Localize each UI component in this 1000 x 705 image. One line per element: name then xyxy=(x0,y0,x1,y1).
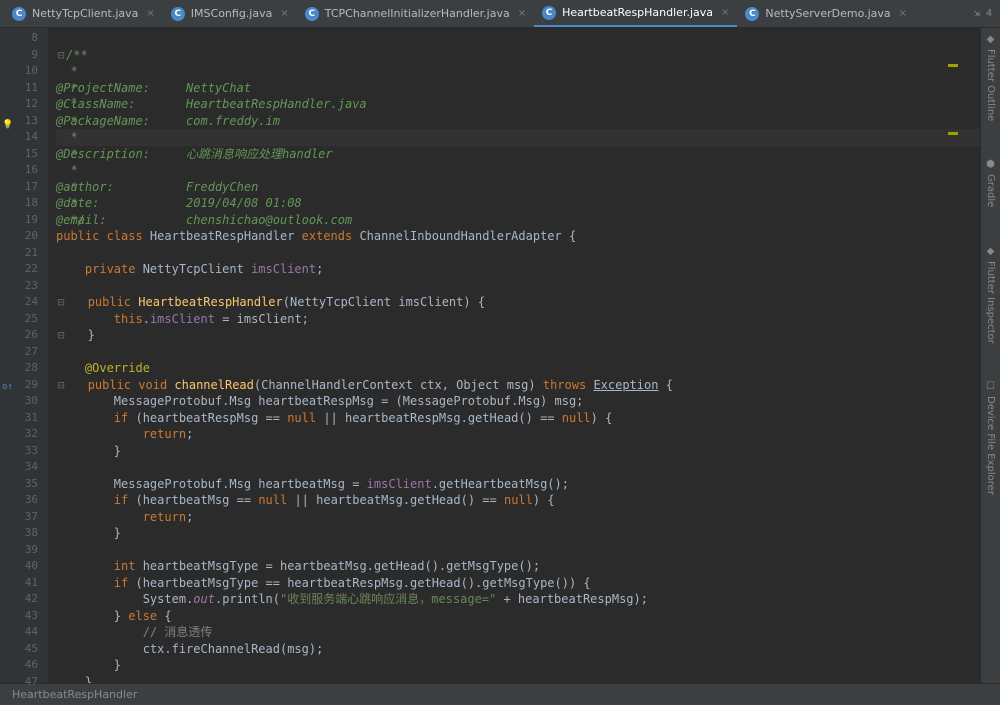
tab-nettyserverdemo[interactable]: C NettyServerDemo.java × xyxy=(737,1,915,27)
flutter-icon: ◆ xyxy=(987,34,995,45)
tab-tcpchannelinitializerhandler[interactable]: C TCPChannelInitializerHandler.java × xyxy=(297,1,534,27)
minimap-warning[interactable] xyxy=(948,64,958,67)
class-icon: C xyxy=(12,7,26,21)
class-icon: C xyxy=(171,7,185,21)
tab-heartbeatresphandler[interactable]: C HeartbeatRespHandler.java × xyxy=(534,1,737,27)
breadcrumb-bar: HeartbeatRespHandler xyxy=(0,683,1000,705)
device-icon: ☐ xyxy=(986,381,995,392)
close-icon[interactable]: × xyxy=(146,8,154,19)
right-tool-rail: ◆ Flutter Outline ⬢ Gradle ◆ Flutter Ins… xyxy=(980,28,1000,683)
tool-flutter-inspector[interactable]: ◆ Flutter Inspector xyxy=(985,246,996,344)
tab-label: NettyTcpClient.java xyxy=(32,7,138,20)
editor-wrapper: 💡 o↑ 89101112131415161718192021222324252… xyxy=(0,28,1000,683)
tool-flutter-outline[interactable]: ◆ Flutter Outline xyxy=(985,34,996,121)
tool-device-file-explorer[interactable]: ☐ Device File Explorer xyxy=(985,381,996,495)
tabs-count: 4 xyxy=(986,8,992,19)
code-editor[interactable]: ⊟/** * @ProjectName: NettyChat * @ClassN… xyxy=(48,28,980,683)
tab-label: IMSConfig.java xyxy=(191,7,273,20)
flutter-icon: ◆ xyxy=(987,246,995,257)
editor-tabs-bar: C NettyTcpClient.java × C IMSConfig.java… xyxy=(0,0,1000,28)
tab-label: HeartbeatRespHandler.java xyxy=(562,6,713,19)
tab-imsconfig[interactable]: C IMSConfig.java × xyxy=(163,1,297,27)
class-icon: C xyxy=(305,7,319,21)
tab-label: TCPChannelInitializerHandler.java xyxy=(325,7,510,20)
override-icon[interactable]: o↑ xyxy=(2,379,12,389)
gutter: 💡 o↑ 89101112131415161718192021222324252… xyxy=(0,28,48,683)
close-icon[interactable]: × xyxy=(518,8,526,19)
tabs-overflow[interactable]: ⇲ 4 xyxy=(974,8,1000,19)
minimap-warning[interactable] xyxy=(948,132,958,135)
class-icon: C xyxy=(542,6,556,20)
tab-label: NettyServerDemo.java xyxy=(765,7,890,20)
close-icon[interactable]: × xyxy=(280,8,288,19)
bulb-icon[interactable]: 💡 xyxy=(2,117,12,127)
tool-gradle[interactable]: ⬢ Gradle xyxy=(985,159,996,207)
gradle-icon: ⬢ xyxy=(986,159,995,170)
close-icon[interactable]: × xyxy=(721,7,729,18)
close-icon[interactable]: × xyxy=(899,8,907,19)
tab-nettytcpclient[interactable]: C NettyTcpClient.java × xyxy=(4,1,163,27)
class-icon: C xyxy=(745,7,759,21)
expand-icon: ⇲ xyxy=(974,8,980,19)
